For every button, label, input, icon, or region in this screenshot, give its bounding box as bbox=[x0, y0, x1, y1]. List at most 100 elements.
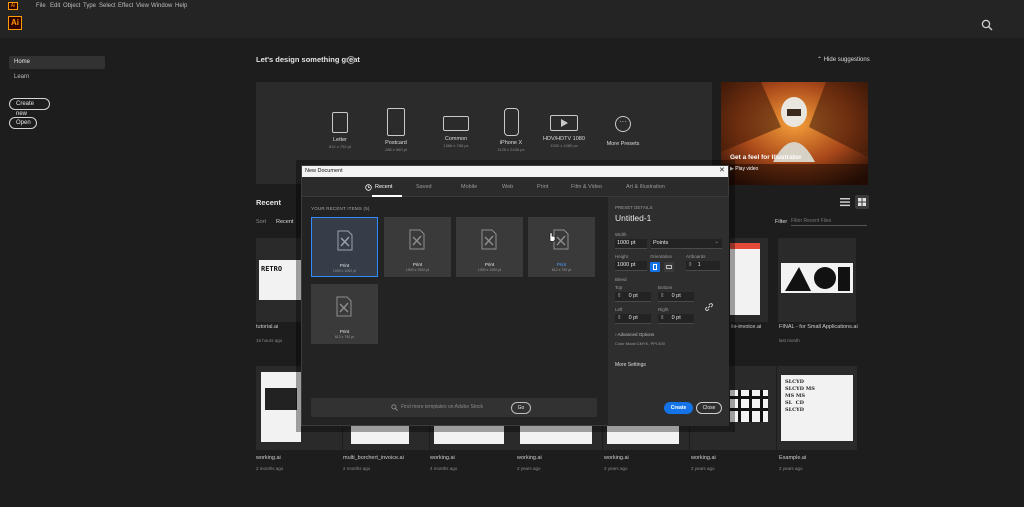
advanced-options-label: Advanced Options bbox=[617, 332, 655, 337]
menu-help[interactable]: Help bbox=[175, 2, 187, 10]
preset-iphone-x[interactable]: iPhone X 1125 x 2436 px bbox=[488, 108, 534, 153]
height-input[interactable]: 1000 pt bbox=[615, 261, 647, 271]
bleed-top-value: 0 pt bbox=[628, 293, 638, 299]
file-time: 2 months ago bbox=[256, 466, 284, 471]
active-tab-indicator bbox=[372, 195, 402, 197]
preset-letter[interactable]: Letter 612 x 792 pt bbox=[317, 112, 363, 150]
preset-common[interactable]: Common 1366 x 768 px bbox=[433, 112, 479, 149]
recent-preset-tile[interactable]: Print 612 x 792 pt bbox=[528, 217, 595, 277]
menu-window[interactable]: Window bbox=[151, 2, 172, 10]
orientation-label: Orientation bbox=[650, 254, 673, 259]
file-name: working.ai bbox=[604, 455, 629, 461]
menu-effect[interactable]: Effect bbox=[118, 2, 133, 10]
tab-film-video[interactable]: Film & Video bbox=[571, 184, 602, 191]
file-name: tutorial.ai bbox=[256, 324, 279, 330]
menu-edit[interactable]: Edit bbox=[50, 2, 60, 10]
bleed-bottom-input[interactable]: ⇕ 0 pt bbox=[658, 292, 694, 302]
info-icon[interactable]: i bbox=[347, 56, 355, 64]
filter-input[interactable] bbox=[791, 216, 867, 226]
file-thumbnail bbox=[781, 263, 853, 293]
file-time: 2 years ago bbox=[517, 466, 541, 471]
tab-recent[interactable]: Recent bbox=[375, 184, 392, 191]
dialog-title: New Document bbox=[305, 168, 343, 174]
document-brush-icon bbox=[337, 230, 353, 251]
recent-preset-tile[interactable]: Print 1000 x 1000 pt bbox=[456, 217, 523, 277]
bleed-top-input[interactable]: ⇕ 0 pt bbox=[615, 292, 651, 302]
units-value: Points bbox=[653, 240, 669, 246]
search-icon bbox=[391, 404, 398, 411]
tab-saved[interactable]: Saved bbox=[416, 184, 432, 191]
tab-art-illustration[interactable]: Art & Illustration bbox=[626, 184, 665, 191]
document-name-field[interactable]: Untitled-1 bbox=[615, 213, 651, 223]
grid-view-icon[interactable] bbox=[855, 195, 869, 209]
width-input[interactable]: 1000 pt bbox=[615, 239, 647, 249]
preset-label: iPhone X bbox=[499, 140, 523, 146]
document-brush-icon bbox=[481, 229, 497, 250]
menu-object[interactable]: Object bbox=[63, 2, 80, 10]
play-video-label: Play video bbox=[735, 166, 759, 172]
app-logo: Ai bbox=[8, 16, 22, 30]
file-name: FINAL - for Small Applications.ai bbox=[779, 324, 858, 330]
hide-suggestions-label: Hide suggestions bbox=[823, 57, 870, 63]
file-name: working.ai bbox=[256, 455, 281, 461]
units-dropdown[interactable]: Points ⌄ bbox=[651, 239, 722, 249]
phone-icon bbox=[503, 108, 519, 136]
search-icon[interactable] bbox=[981, 19, 993, 31]
menu-type[interactable]: Type bbox=[83, 2, 96, 10]
tile-size: 612 x 792 pt bbox=[334, 335, 355, 339]
close-button[interactable]: Close bbox=[696, 402, 722, 414]
close-icon[interactable]: ✕ bbox=[719, 167, 725, 175]
tab-print[interactable]: Print bbox=[537, 184, 548, 191]
new-document-dialog: New Document ✕ Recent Saved Mobile Web P… bbox=[301, 165, 729, 426]
recent-file-card[interactable]: SLCYD SLCYD MS MS MS SL CD SLCYD bbox=[777, 366, 857, 450]
create-new-button[interactable]: Create new bbox=[9, 98, 50, 117]
recent-preset-tile[interactable]: Print 1000 x 1000 pt bbox=[311, 217, 378, 277]
template-search-placeholder: Find more templates on Adobe Stock bbox=[401, 404, 483, 410]
menu-select[interactable]: Select bbox=[99, 2, 116, 10]
promo-card[interactable]: Get a feel for Illustrator ▶ Play video bbox=[721, 82, 868, 185]
list-view-icon[interactable] bbox=[840, 197, 850, 207]
recent-preset-tile[interactable]: Print 612 x 792 pt bbox=[311, 284, 378, 344]
tab-mobile[interactable]: Mobile bbox=[461, 184, 477, 191]
advanced-options-toggle[interactable]: › Advanced Options bbox=[615, 331, 654, 338]
artboards-label: Artboards bbox=[686, 254, 706, 259]
link-icon[interactable] bbox=[704, 302, 714, 312]
hide-suggestions-link[interactable]: ⌃ Hide suggestions bbox=[817, 56, 870, 64]
nav-learn[interactable]: Learn bbox=[14, 72, 29, 82]
bleed-top-label: Top bbox=[615, 285, 623, 290]
template-search-bar[interactable]: Find more templates on Adobe Stock Go bbox=[311, 398, 597, 417]
bleed-right-input[interactable]: ⇕ 0 pt bbox=[658, 314, 694, 324]
artboards-stepper[interactable]: ⇕ 1 bbox=[686, 261, 720, 271]
landscape-orientation-icon[interactable] bbox=[664, 262, 674, 272]
tab-web[interactable]: Web bbox=[502, 184, 513, 191]
recent-file-card[interactable] bbox=[730, 238, 768, 322]
tile-name: Print bbox=[412, 262, 423, 267]
preset-hdv[interactable]: HDV/HDTV 1080 1920 x 1080 px bbox=[541, 112, 587, 149]
tile-name: Print bbox=[484, 262, 495, 267]
bleed-left-value: 0 pt bbox=[628, 315, 638, 321]
preset-size: 1125 x 2436 px bbox=[497, 147, 525, 152]
preset-more[interactable]: ··· More Presets bbox=[600, 112, 646, 148]
portrait-orientation-icon[interactable] bbox=[650, 262, 660, 272]
postcard-brush-icon bbox=[387, 108, 405, 136]
tile-size: 1000 x 1000 pt bbox=[332, 269, 357, 273]
recent-preset-tile[interactable]: Print 1500 x 2500 pt bbox=[384, 217, 451, 277]
tile-name: Print bbox=[339, 329, 350, 334]
recent-file-card[interactable] bbox=[778, 238, 856, 322]
menu-view[interactable]: View bbox=[136, 2, 149, 10]
bleed-bottom-label: Bottom bbox=[658, 285, 673, 290]
more-settings-link[interactable]: More Settings bbox=[615, 362, 646, 369]
recent-heading: Recent bbox=[256, 198, 282, 207]
chevron-down-icon: ⌄ bbox=[714, 239, 719, 245]
nav-home[interactable]: Home bbox=[9, 56, 105, 69]
preset-postcard[interactable]: Postcard 288 x 560 pt bbox=[373, 108, 419, 153]
bleed-right-value: 0 pt bbox=[671, 315, 681, 321]
go-button[interactable]: Go bbox=[511, 402, 531, 414]
bleed-left-input[interactable]: ⇕ 0 pt bbox=[615, 314, 651, 324]
sort-dropdown[interactable]: Recent bbox=[276, 219, 293, 225]
recent-items-label: YOUR RECENT ITEMS (5) bbox=[311, 206, 370, 211]
menu-file[interactable]: File bbox=[36, 2, 46, 10]
width-value: 1000 pt bbox=[617, 240, 636, 246]
open-button[interactable]: Open bbox=[9, 117, 37, 129]
create-button[interactable]: Create bbox=[664, 402, 693, 414]
